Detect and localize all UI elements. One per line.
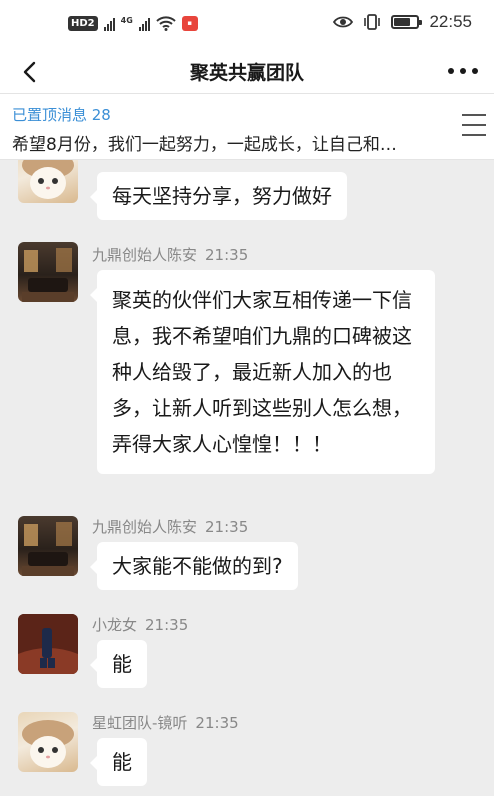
eye-icon <box>333 16 354 28</box>
pinned-message-bar[interactable]: 已置顶消息 28 希望8月份，我们一起努力，一起成长，让自己和… <box>0 94 494 160</box>
status-icons-left: HD2 4G ▪ <box>68 16 198 31</box>
sender-name: 九鼎创始人陈安 <box>92 518 198 536</box>
chat-header: 聚英共赢团队 <box>0 48 494 94</box>
cat-avatar[interactable] <box>18 160 78 203</box>
message-time: 21:35 <box>205 518 249 536</box>
sender-line: 小龙女 21:35 <box>92 614 188 635</box>
message-time: 21:35 <box>205 246 249 264</box>
more-horizontal-icon[interactable] <box>448 64 478 78</box>
signal-icon <box>103 16 115 31</box>
message-bubble[interactable]: 大家能不能做的到? <box>90 542 298 590</box>
sender-name: 星虹团队-镜听 <box>92 714 188 732</box>
message-item: 星虹团队-镜听 21:35 能 <box>0 708 494 796</box>
message-time: 21:35 <box>195 714 239 732</box>
message-item: 九鼎创始人陈安 21:35 大家能不能做的到? <box>0 512 494 596</box>
wifi-icon <box>156 16 176 31</box>
sender-name: 九鼎创始人陈安 <box>92 246 198 264</box>
pinned-label: 已置顶消息 28 <box>12 106 111 124</box>
list-menu-icon[interactable] <box>462 114 486 136</box>
chat-title: 聚英共赢团队 <box>189 62 304 84</box>
sender-line: 九鼎创始人陈安 21:35 <box>92 244 248 265</box>
app-notification-icon: ▪ <box>181 16 198 31</box>
clock: 22:55 <box>429 12 472 31</box>
sender-name: 小龙女 <box>92 616 138 634</box>
message-item: 每天坚持分享，努力做好 <box>0 160 494 230</box>
pinned-text: 希望8月份，我们一起努力，一起成长，让自己和… <box>12 135 397 155</box>
sender-line: 九鼎创始人陈安 21:35 <box>92 516 248 537</box>
sender-line: 星虹团队-镜听 21:35 <box>92 712 239 733</box>
message-item: 九鼎创始人陈安 21:35 聚英的伙伴们大家互相传递一下信息，我不希望咱们九鼎的口… <box>0 238 494 498</box>
message-time: 21:35 <box>145 616 189 634</box>
status-icons-right: 22:55 <box>333 12 472 32</box>
message-bubble[interactable]: 聚英的伙伴们大家互相传递一下信息，我不希望咱们九鼎的口碑被这种人给毁了，最近新人… <box>90 270 435 474</box>
cat-avatar[interactable] <box>18 712 78 772</box>
battery-icon <box>391 15 423 29</box>
message-bubble[interactable]: 每天坚持分享，努力做好 <box>90 172 347 220</box>
vibrate-icon <box>364 14 381 30</box>
message-item: 小龙女 21:35 能 <box>0 610 494 694</box>
hd-badge: HD2 <box>68 16 98 31</box>
network-type-label: 4G <box>120 16 133 25</box>
status-bar: HD2 4G ▪ 22:55 <box>0 0 494 48</box>
room-avatar[interactable] <box>18 516 78 576</box>
signal-icon-2 <box>138 16 150 31</box>
message-bubble[interactable]: 能 <box>90 738 147 786</box>
room-avatar[interactable] <box>18 242 78 302</box>
message-bubble[interactable]: 能 <box>90 640 147 688</box>
girl-avatar[interactable] <box>18 614 78 674</box>
